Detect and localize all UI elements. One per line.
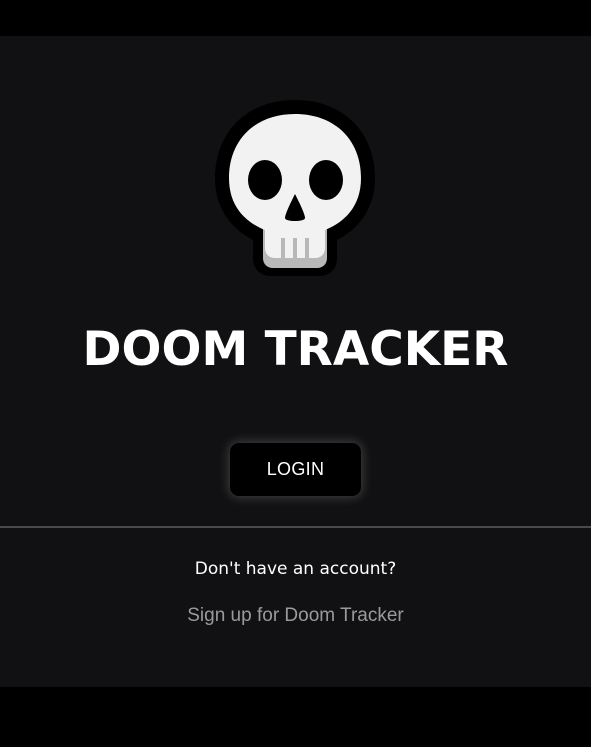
login-card: DOOM TRACKER LOGIN Don't have an account… (0, 36, 591, 687)
divider (0, 526, 591, 528)
signup-prompt: Don't have an account? (194, 559, 397, 579)
login-button[interactable]: LOGIN (230, 443, 361, 496)
app-title: DOOM TRACKER (82, 322, 509, 377)
skull-icon (209, 98, 381, 278)
signup-link[interactable]: Sign up for Doom Tracker (0, 604, 591, 628)
page: DOOM TRACKER LOGIN Don't have an account… (0, 0, 591, 747)
